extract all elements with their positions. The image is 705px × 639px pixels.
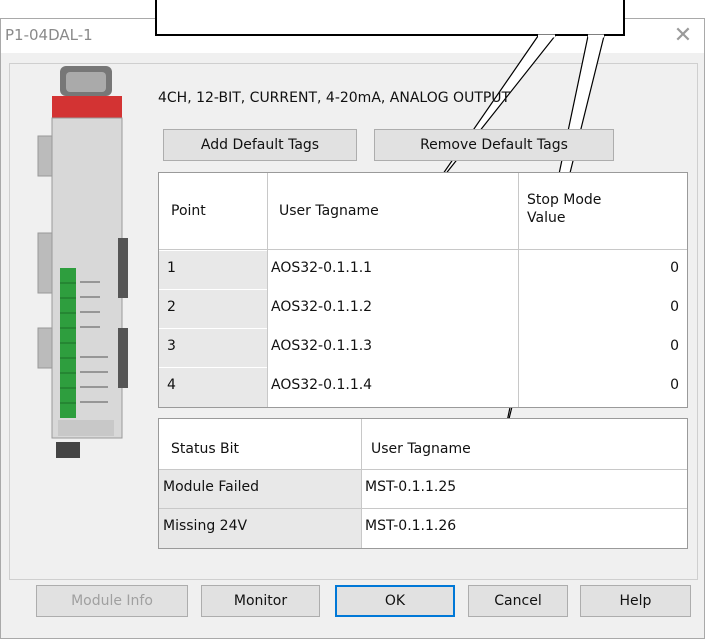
table-row-4-tag[interactable]: AOS32-0.1.1.4 (271, 377, 372, 393)
status-row-missing-24v-label: Missing 24V (159, 509, 361, 548)
table-row-4-point: 4 (159, 368, 267, 407)
module-label-strip (52, 96, 122, 118)
table-row-1-tag[interactable]: AOS32-0.1.1.1 (271, 260, 372, 276)
column-header-status-bit: Status Bit (171, 441, 240, 457)
help-button[interactable]: Help (580, 585, 691, 617)
table-row-2-stop-value[interactable]: 0 (670, 299, 679, 315)
window-title: P1-04DAL-1 (5, 26, 93, 44)
column-header-status-user-tagname: User Tagname (371, 441, 471, 457)
status-row-module-failed-tag[interactable]: MST-0.1.1.25 (365, 479, 456, 495)
column-header-user-tagname: User Tagname (279, 203, 379, 219)
table-row-2-tag[interactable]: AOS32-0.1.1.2 (271, 299, 372, 315)
table-row-3-point: 3 (159, 329, 267, 367)
column-header-point: Point (171, 203, 206, 219)
add-default-tags-button[interactable]: Add Default Tags (163, 129, 357, 161)
output-tag-table: Point User Tagname Stop Mode Value 1 AOS… (158, 172, 688, 408)
table-row-3-tag[interactable]: AOS32-0.1.1.3 (271, 338, 372, 354)
remove-default-tags-button[interactable]: Remove Default Tags (374, 129, 614, 161)
close-icon[interactable]: ✕ (666, 21, 700, 51)
table-row-1-stop-value[interactable]: 0 (670, 260, 679, 276)
module-image (37, 66, 128, 458)
table-row-3-stop-value[interactable]: 0 (670, 338, 679, 354)
module-description: 4CH, 12-BIT, CURRENT, 4-20mA, ANALOG OUT… (158, 90, 511, 106)
monitor-button[interactable]: Monitor (201, 585, 320, 617)
status-bit-table: Status Bit User Tagname Module Failed MS… (158, 418, 688, 549)
table-row-4-stop-value[interactable]: 0 (670, 377, 679, 393)
callout-box (155, 0, 625, 36)
cancel-button[interactable]: Cancel (468, 585, 568, 617)
ok-button[interactable]: OK (335, 585, 455, 617)
table-row-1-point: 1 (159, 251, 267, 289)
module-info-button[interactable]: Module Info (36, 585, 188, 617)
column-header-stop-mode-value: Stop Mode Value (527, 192, 602, 226)
table-row-2-point: 2 (159, 290, 267, 328)
status-row-missing-24v-tag[interactable]: MST-0.1.1.26 (365, 518, 456, 534)
status-row-module-failed-label: Module Failed (159, 470, 361, 508)
